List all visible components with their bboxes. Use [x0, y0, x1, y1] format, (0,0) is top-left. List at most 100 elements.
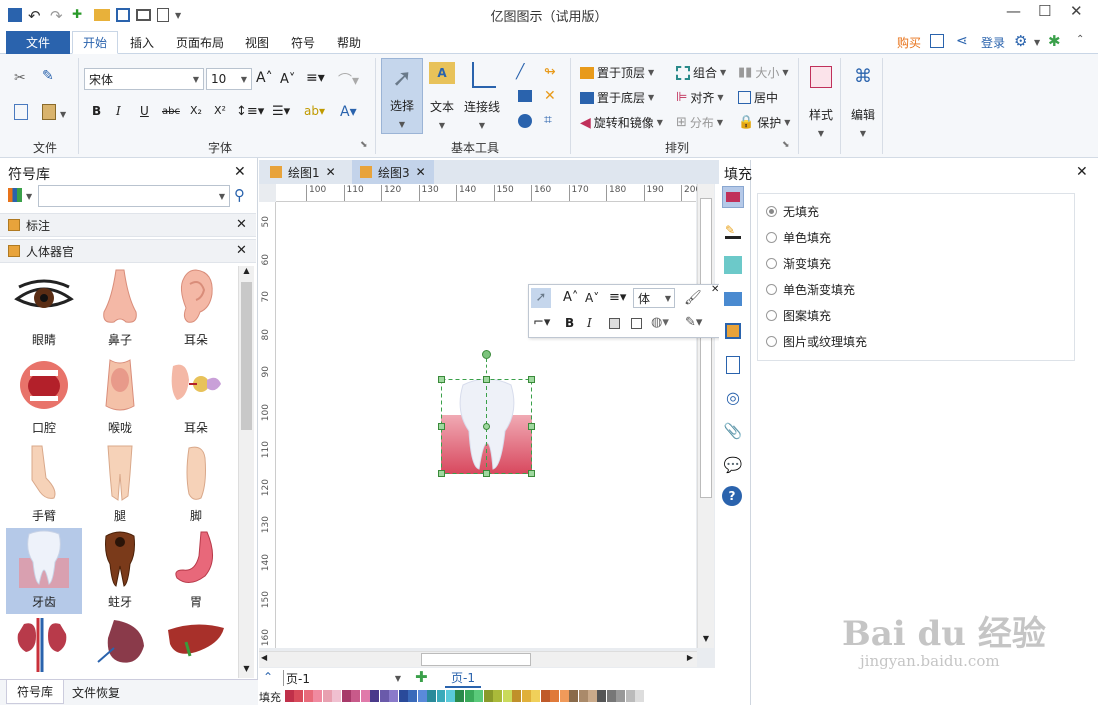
font-family-select[interactable]: 宋体 ▼ [84, 68, 204, 90]
library-section-organs[interactable]: 人体器官 [0, 239, 256, 263]
file-menu-button[interactable]: 文件 [6, 31, 70, 54]
underline-icon[interactable]: U [140, 104, 149, 118]
strikethrough-icon[interactable]: abc [162, 106, 180, 117]
float-font-select[interactable]: 体 ▼ [633, 288, 675, 308]
fill-option-solid[interactable]: 单色填充 [766, 224, 867, 250]
arrange-dialog-launcher-icon[interactable]: ⬊ [782, 140, 790, 150]
color-swatch[interactable] [512, 690, 522, 702]
shape-kidney[interactable] [14, 616, 70, 672]
shape-arm[interactable]: 手臂 [6, 442, 82, 528]
connector-tool-button[interactable]: 连接线 ▼ [462, 62, 502, 134]
float-shrink-font-icon[interactable]: A˅ [585, 291, 599, 305]
color-swatch[interactable] [578, 690, 588, 702]
help-icon[interactable]: ? [722, 486, 742, 506]
color-swatch[interactable] [389, 690, 399, 702]
float-brush-icon[interactable]: 🖌 [684, 290, 702, 306]
format-painter-icon[interactable]: ✎ [42, 68, 54, 84]
float-grow-font-icon[interactable]: A˄ [563, 290, 578, 305]
shape-tooth[interactable]: 牙齿 [6, 528, 82, 614]
maximize-icon[interactable]: ☐ [1038, 2, 1051, 20]
cut-icon[interactable]: ✂ [14, 70, 26, 86]
copy-icon[interactable] [14, 104, 28, 120]
paste-icon[interactable] [42, 104, 56, 120]
text-tool-button[interactable]: A 文本 ▼ [427, 62, 457, 134]
shape-nose[interactable]: 鼻子 [82, 266, 158, 352]
fill-option-none[interactable]: 无填充 [766, 198, 867, 224]
shape-mouth[interactable]: 口腔 [6, 354, 82, 440]
shape-stomach[interactable]: 胃 [158, 528, 234, 614]
color-swatch[interactable] [493, 690, 503, 702]
style-button[interactable]: 样式 ▼ [804, 62, 838, 142]
tab-page-layout[interactable]: 页面布局 [170, 31, 230, 54]
size-button[interactable]: ▮▮ 大小 ▼ [738, 64, 788, 81]
color-swatch[interactable] [341, 690, 351, 702]
color-swatch[interactable] [502, 690, 512, 702]
send-to-back-button[interactable]: 置于底层 ▼ [580, 89, 654, 106]
color-swatch[interactable] [379, 690, 389, 702]
color-swatch[interactable] [436, 690, 446, 702]
search-icon[interactable]: ⚲ [234, 186, 245, 204]
canvas-horizontal-scrollbar[interactable]: ◀ ▶ [259, 651, 697, 667]
shape-spleen[interactable] [94, 618, 150, 670]
rectangle-tool-icon[interactable] [518, 90, 532, 102]
add-page-icon[interactable]: ✚ [415, 668, 428, 686]
bullets-icon[interactable]: ☰▾ [272, 104, 290, 119]
float-fill-icon[interactable]: ◍▾ [651, 315, 669, 330]
color-swatch[interactable] [322, 690, 332, 702]
font-dialog-launcher-icon[interactable]: ⬊ [360, 140, 368, 150]
highlight-icon[interactable]: ab▾ [304, 104, 325, 118]
resize-handle-s[interactable] [483, 470, 490, 477]
fill-option-pattern[interactable]: 图案填充 [766, 302, 867, 328]
float-copy-style-icon[interactable] [631, 318, 642, 329]
line-panel-icon[interactable]: ✎ [722, 220, 744, 242]
close-tab-icon[interactable]: ✕ [416, 165, 426, 179]
library-menu-caret-icon[interactable]: ▼ [26, 192, 32, 201]
select-tool-button[interactable]: ➚ 选择 ▼ [381, 58, 423, 134]
close-tab-icon[interactable]: ✕ [326, 165, 336, 179]
color-swatch[interactable] [569, 690, 579, 702]
login-link[interactable]: 登录 [976, 31, 1010, 54]
curve-tool-icon[interactable]: ↬ [544, 64, 556, 80]
float-bold-icon[interactable]: B [565, 316, 574, 330]
float-shadow-icon[interactable] [609, 318, 620, 329]
color-swatch[interactable] [635, 690, 645, 702]
float-connector-icon[interactable]: ⌐▾ [533, 315, 550, 330]
canvas-vertical-scrollbar[interactable]: ▼ [697, 184, 714, 648]
float-pointer-icon[interactable]: ➚ [531, 288, 551, 308]
settings-gear-icon[interactable]: ⚙ [1014, 32, 1027, 50]
grow-font-icon[interactable]: A˄ [256, 70, 273, 86]
resize-handle-ne[interactable] [528, 376, 535, 383]
library-section-mark[interactable]: 标注 [0, 213, 256, 237]
color-swatch[interactable] [332, 690, 342, 702]
share-icon[interactable]: ⋖ [956, 33, 968, 49]
color-swatch[interactable] [474, 690, 484, 702]
float-italic-icon[interactable]: I [587, 316, 592, 330]
fill-option-gradient[interactable]: 渐变填充 [766, 250, 867, 276]
scroll-right-icon[interactable]: ▶ [687, 653, 693, 662]
color-swatch[interactable] [417, 690, 427, 702]
center-pin[interactable] [483, 423, 490, 430]
float-line-icon[interactable]: ✎▾ [685, 315, 702, 330]
group-button[interactable]: 组合 ▼ [676, 64, 726, 81]
symbol-search-input[interactable]: ▼ [38, 185, 230, 207]
tab-home[interactable]: 开始 [72, 31, 118, 54]
color-swatch[interactable] [597, 690, 607, 702]
color-swatch[interactable] [625, 690, 635, 702]
scroll-down-icon[interactable]: ▼ [239, 664, 254, 678]
page-select[interactable]: 页-1 ▼ [283, 670, 405, 686]
color-swatch[interactable] [531, 690, 541, 702]
page-tab-1[interactable]: 页-1 [445, 669, 481, 688]
resize-handle-n[interactable] [483, 376, 490, 383]
image-panel-icon[interactable] [722, 288, 744, 310]
color-swatch[interactable] [540, 690, 550, 702]
bold-icon[interactable]: B [92, 104, 101, 118]
color-swatch[interactable] [550, 690, 560, 702]
color-swatch[interactable] [398, 690, 408, 702]
shadow-panel-icon[interactable] [722, 254, 744, 276]
shape-ear[interactable]: 耳朵 [158, 266, 234, 352]
color-swatch[interactable] [483, 690, 493, 702]
shape-decayed-tooth[interactable]: 蛀牙 [82, 528, 158, 614]
color-swatch[interactable] [303, 690, 313, 702]
color-swatch[interactable] [313, 690, 323, 702]
protect-button[interactable]: 🔒 保护 ▼ [738, 114, 790, 131]
